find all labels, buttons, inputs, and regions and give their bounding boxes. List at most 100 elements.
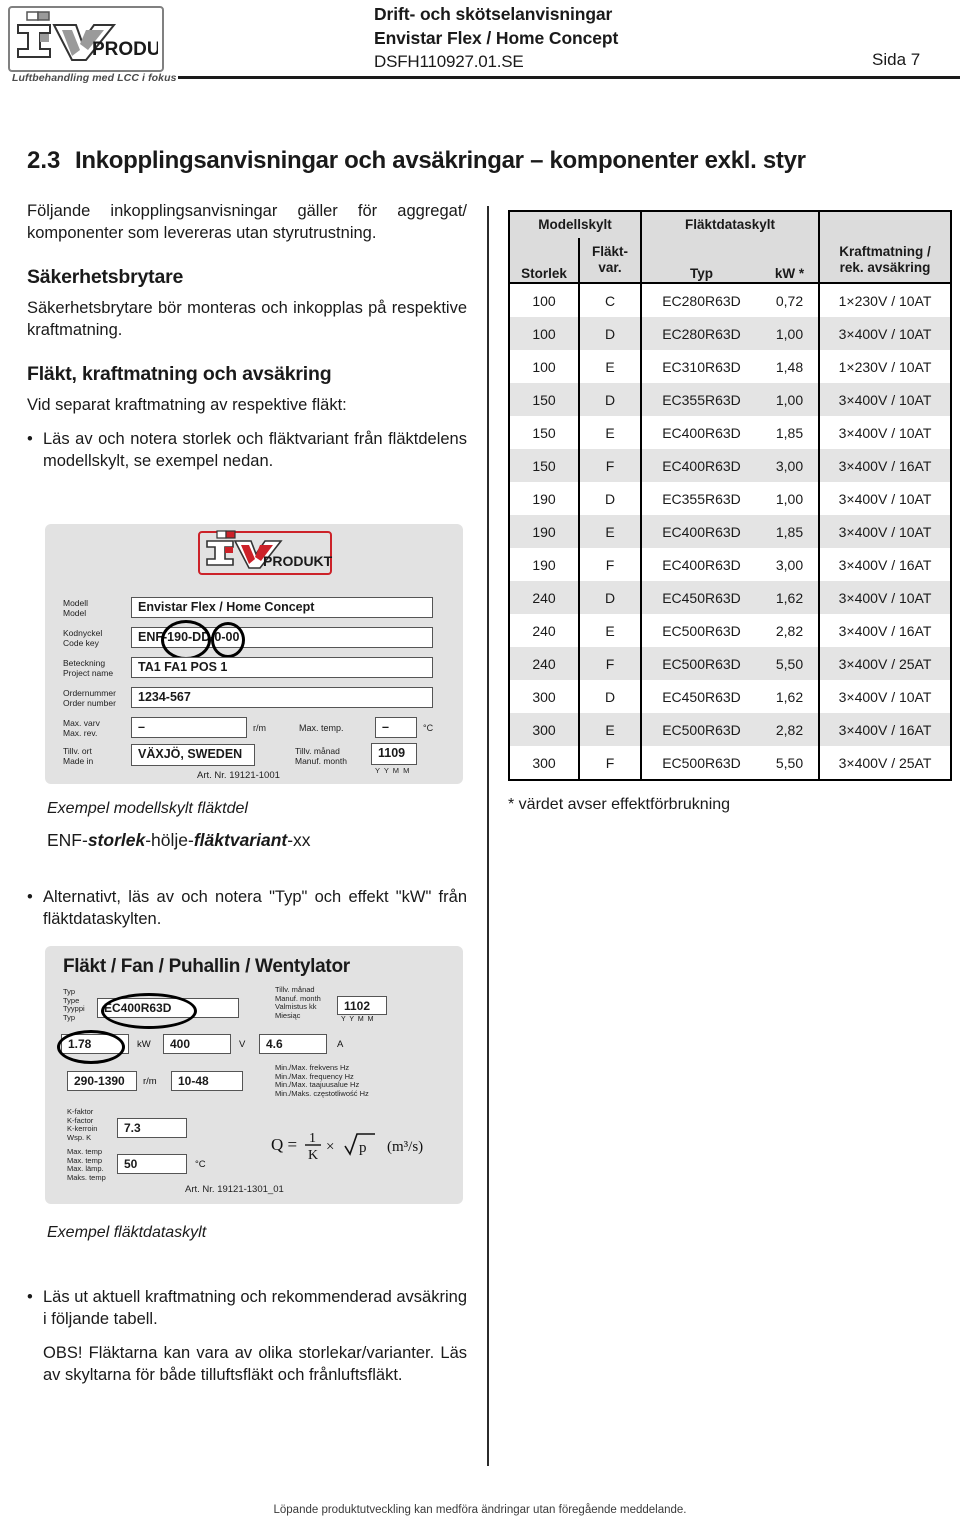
fan-label-maxtemp-labels: Max. temp Max. temp Max. lämp. Maks. tem…: [67, 1147, 106, 1182]
cell-storlek: 240: [508, 581, 579, 614]
month-format-hint: Y Y M M: [375, 766, 411, 775]
cell-storlek: 300: [508, 680, 579, 713]
col-kraftmatning: Kraftmatning / rek. avsäkring: [818, 238, 953, 284]
cell-kw: 1,48: [775, 358, 804, 375]
fan-label-type-labels: Typ Type Tyyppi Typ: [63, 987, 85, 1022]
label-en: Code key: [63, 638, 99, 648]
cell-variant: D: [578, 581, 641, 614]
label-en: Order number: [63, 698, 116, 708]
cell-storlek: 300: [508, 746, 579, 781]
unit-celsius: °C: [423, 723, 434, 733]
col-flaktvariant: Fläkt- var.: [578, 238, 641, 284]
cell-variant: D: [578, 680, 641, 713]
codekey-prefix: ENF-: [47, 830, 88, 850]
cell-power: 3×400V / 16AT: [818, 614, 953, 647]
cell-variant: D: [578, 482, 641, 515]
flow-formula-icon: Q = 1 K × p (m³/s): [271, 1131, 423, 1163]
field-modell: Envistar Flex / Home Concept: [131, 597, 433, 618]
svg-text:K: K: [308, 1148, 318, 1163]
cell-typ: EC400R63D: [640, 515, 761, 548]
cell-variant: D: [578, 317, 641, 350]
left-column: Följande inkopplingsanvisningar gäller f…: [27, 200, 467, 472]
bullet-dot-icon: •: [27, 888, 33, 906]
label-sv: Ordernummer: [63, 688, 116, 698]
table-row: 240 F EC500R63D 5,50 3×400V / 25AT: [508, 647, 953, 680]
cell-typ: EC450R63D: [640, 680, 761, 713]
label-max-temp: Max. temp.: [299, 723, 344, 733]
table-row: 100 E EC310R63D 1,48 1×230V / 10AT: [508, 350, 953, 383]
model-label-logo: PRODUKT: [197, 530, 333, 576]
caption-model-label: Exempel modellskylt fläktdel: [47, 800, 248, 817]
model-label-row-label-maxvarv: Max. varv Max. rev.: [63, 718, 100, 738]
unit-ampere: A: [337, 1039, 344, 1050]
model-label-art-nr: Art. Nr. 19121-1001: [197, 770, 280, 781]
cell-typ: EC500R63D: [640, 614, 761, 647]
col-storlek: Storlek: [508, 238, 579, 284]
cell-storlek: 190: [508, 548, 579, 581]
heading-fan-power: Fläkt, kraftmatning och avsäkring: [27, 363, 332, 385]
label-pl: Typ: [63, 1012, 76, 1022]
table-row: 150 F EC400R63D 3,00 3×400V / 16AT: [508, 449, 953, 482]
table-header-group-row: Modellskylt Fläktdataskylt: [508, 210, 953, 238]
bullet-dot-icon: •: [27, 430, 33, 448]
col-flaktvariant-line1: Fläkt-: [591, 244, 628, 259]
fan-label-month-labels: Tillv. månad Manuf. month Valmistus kk M…: [275, 985, 321, 1020]
caption-fan-label: Exempel fläktdataskylt: [47, 1224, 207, 1241]
cell-typ: EC400R63D: [640, 548, 761, 581]
iv-produkt-red-logo-icon: PRODUKT: [198, 530, 333, 575]
cell-kw: 1,85: [775, 424, 804, 441]
unit-rpm: r/m: [253, 723, 266, 733]
cell-power: 3×400V / 10AT: [818, 482, 953, 515]
field-fan-power: 1.78: [61, 1034, 129, 1054]
cell-power: 3×400V / 25AT: [818, 647, 953, 680]
codekey-suffix: -xx: [287, 830, 311, 850]
table-row: 100 C EC280R63D 0,72 1×230V / 10AT: [508, 283, 953, 317]
col-kw: kW *: [761, 238, 820, 284]
cell-typ: EC280R63D: [640, 317, 761, 350]
cell-kw: 5,50: [761, 746, 820, 781]
model-label-row-label-kodnyckel: Kodnyckel Code key: [63, 628, 102, 648]
cell-kw: 1,62: [761, 581, 820, 614]
table-body: 100 C EC280R63D 0,72 1×230V / 10AT 100 D EC280…: [508, 283, 953, 781]
cell-storlek: 240: [508, 614, 579, 647]
label-sv: Max. varv: [63, 718, 100, 728]
cell-power: 3×400V / 16AT: [818, 713, 953, 746]
field-fan-type: EC400R63D: [97, 998, 239, 1018]
svg-text:(m³/s): (m³/s): [387, 1139, 423, 1155]
cell-typ: EC400R63D: [640, 416, 761, 449]
cell-typ: EC355R63D: [640, 482, 761, 515]
bullet-text-read-table: Läs ut aktuell kraftmatning och rekommen…: [43, 1288, 467, 1328]
cell-variant: F: [578, 746, 641, 781]
col-kraftmatning-line2: rek. avsäkring: [839, 260, 931, 275]
cell-variant: E: [578, 515, 641, 548]
logo-tagline: Luftbehandling med LCC i fokus: [12, 72, 177, 84]
bullet-dot-icon: •: [27, 1288, 33, 1306]
section-title: Inkopplingsanvisningar och avsäkringar –…: [75, 147, 806, 174]
label-sv: Tillv. ort: [63, 746, 92, 756]
table-footnote: * värdet avser effektförbrukning: [508, 796, 731, 813]
cell-storlek: 240: [508, 647, 579, 680]
unit-celsius: °C: [195, 1159, 206, 1170]
svg-text:1: 1: [309, 1131, 316, 1146]
company-logo: PRODUKT: [8, 6, 164, 72]
svg-text:×: ×: [326, 1139, 334, 1155]
cell-kw: 5,50: [761, 647, 820, 680]
list-item: • Läs ut aktuell kraftmatning och rekomm…: [27, 1286, 467, 1386]
table-row: 240 D EC450R63D 1,62 3×400V / 10AT: [508, 581, 953, 614]
cell-storlek: 150: [508, 449, 579, 482]
table-row: 150 E EC400R63D 1,85 3×400V / 10AT: [508, 416, 953, 449]
field-max-temp: –: [375, 717, 417, 738]
svg-text:Q =: Q =: [271, 1135, 297, 1154]
field-fan-voltage: 400: [163, 1034, 231, 1054]
label-sv: Tillv. månad: [295, 746, 340, 756]
fan-label-title: Fläkt / Fan / Puhallin / Wentylator: [63, 956, 350, 977]
cell-kw: 3,00: [775, 556, 804, 573]
cell-power: 3×400V / 16AT: [818, 449, 953, 482]
cell-power: 3×400V / 25AT: [818, 746, 953, 781]
cell-variant: E: [578, 416, 641, 449]
label-pl: Maks. temp: [67, 1172, 106, 1182]
heading-safety-switch: Säkerhetsbrytare: [27, 266, 184, 288]
field-fan-rpm: 290-1390: [67, 1071, 137, 1091]
fan-label-kfactor-labels: K-faktor K-factor K-kerroin Wsp. K: [67, 1107, 97, 1142]
label-en: Max. rev.: [63, 728, 98, 738]
